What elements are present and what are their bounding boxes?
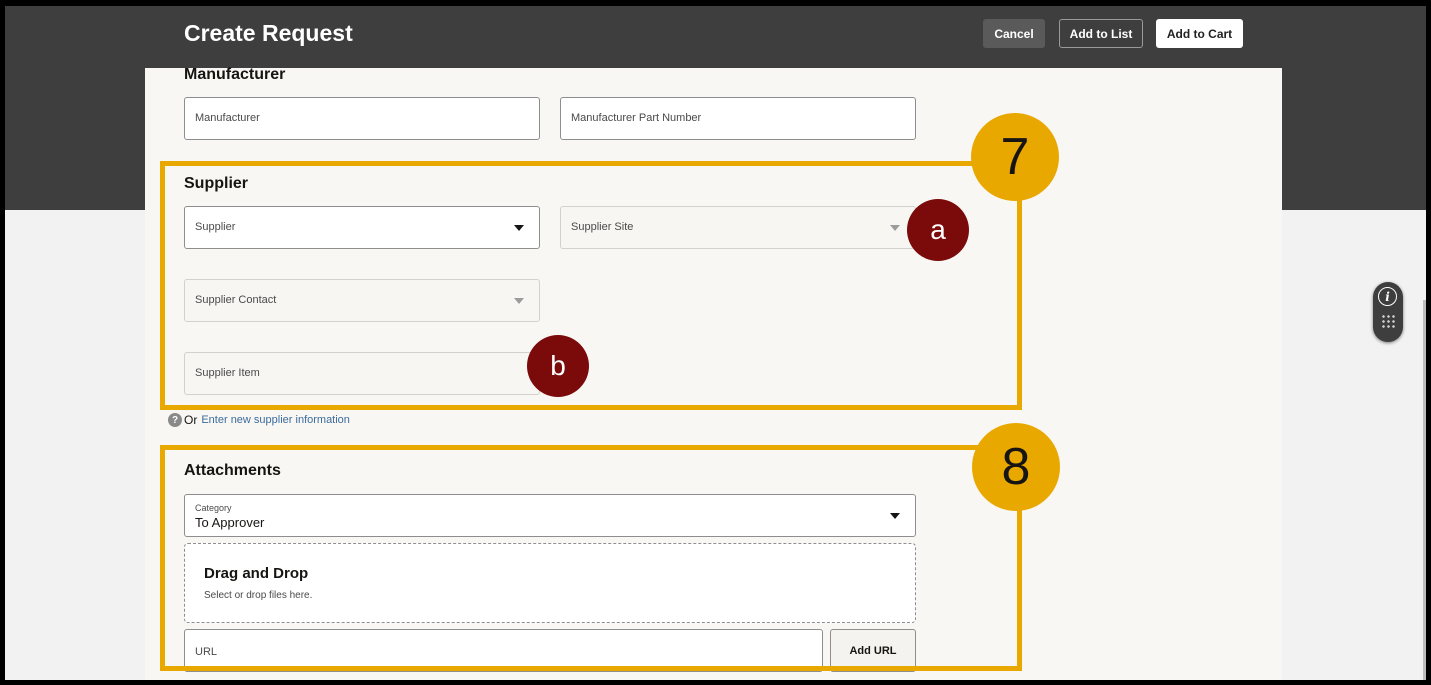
callout-badge-7: 7 [971, 113, 1059, 201]
category-label: Category [195, 503, 232, 513]
add-to-cart-button[interactable]: Add to Cart [1156, 19, 1243, 48]
cancel-button[interactable]: Cancel [983, 19, 1045, 48]
supplier-item-placeholder: Supplier Item [195, 367, 260, 379]
supplier-placeholder: Supplier [195, 221, 236, 233]
callout-badge-8: 8 [972, 423, 1060, 511]
add-to-list-button[interactable]: Add to List [1059, 19, 1143, 48]
manufacturer-part-number-placeholder: Manufacturer Part Number [571, 112, 702, 124]
or-label: Or [184, 413, 198, 427]
chevron-down-icon [514, 225, 524, 231]
create-request-panel: Create Request Cancel Add to List Add to… [145, 6, 1282, 680]
enter-new-supplier-link[interactable]: Enter new supplier information [201, 414, 350, 426]
url-placeholder: URL [195, 646, 218, 658]
supplier-contact-select[interactable]: Supplier Contact [184, 279, 540, 322]
drop-zone-title: Drag and Drop [204, 565, 309, 582]
info-icon[interactable]: i [1378, 287, 1397, 306]
drop-zone-subtitle: Select or drop files here. [204, 590, 313, 601]
add-url-button[interactable]: Add URL [830, 629, 916, 672]
manufacturer-placeholder: Manufacturer [195, 112, 260, 124]
page-title: Create Request [184, 20, 353, 46]
supplier-section-title: Supplier [184, 175, 249, 192]
attachments-section-title: Attachments [184, 462, 281, 479]
chevron-down-icon [514, 298, 524, 304]
supplier-contact-placeholder: Supplier Contact [195, 294, 277, 306]
scrollbar[interactable] [1423, 300, 1426, 680]
url-input[interactable]: URL [184, 629, 823, 672]
callout-badge-a: a [907, 199, 969, 261]
manufacturer-section-title: Manufacturer [184, 66, 286, 83]
supplier-item-input[interactable]: Supplier Item [184, 352, 540, 395]
floating-help-widget[interactable]: i [1373, 282, 1403, 342]
supplier-site-placeholder: Supplier Site [571, 221, 634, 233]
supplier-site-select[interactable]: Supplier Site [560, 206, 916, 249]
grid-dots-icon[interactable] [1381, 314, 1395, 328]
help-icon[interactable]: ? [168, 413, 182, 427]
supplier-select[interactable]: Supplier [184, 206, 540, 249]
chevron-down-icon [890, 513, 900, 519]
file-drop-zone[interactable]: Drag and Drop Select or drop files here. [184, 543, 916, 623]
new-supplier-help-row: ? Or Enter new supplier information [168, 413, 350, 427]
attachment-category-select[interactable]: Category To Approver [184, 494, 916, 537]
callout-badge-b: b [527, 335, 589, 397]
page-header: Create Request Cancel Add to List Add to… [145, 6, 1282, 68]
manufacturer-part-number-input[interactable]: Manufacturer Part Number [560, 97, 916, 140]
chevron-down-icon [890, 225, 900, 231]
manufacturer-input[interactable]: Manufacturer [184, 97, 540, 140]
category-value: To Approver [195, 515, 265, 530]
